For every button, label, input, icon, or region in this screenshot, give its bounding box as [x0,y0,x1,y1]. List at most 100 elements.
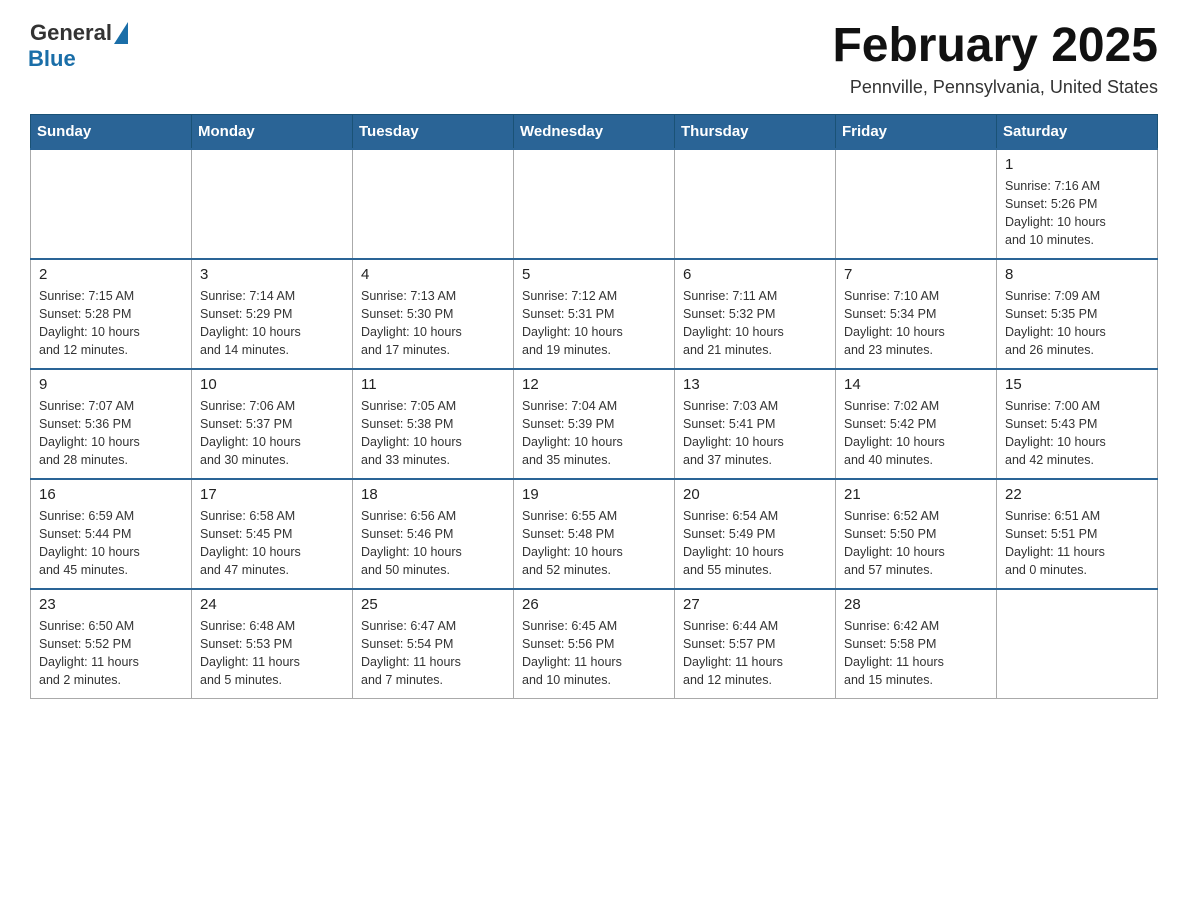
day-info: Sunrise: 7:11 AMSunset: 5:32 PMDaylight:… [683,287,827,360]
logo-triangle-icon [114,22,128,44]
calendar-cell: 19 Sunrise: 6:55 AMSunset: 5:48 PMDayligh… [514,479,675,589]
calendar-cell: 21 Sunrise: 6:52 AMSunset: 5:50 PMDayligh… [836,479,997,589]
day-number: 24 [200,596,344,613]
day-info: Sunrise: 6:42 AMSunset: 5:58 PMDaylight:… [844,617,988,690]
day-number: 1 [1005,156,1149,173]
day-info: Sunrise: 7:02 AMSunset: 5:42 PMDaylight:… [844,397,988,470]
day-info: Sunrise: 6:50 AMSunset: 5:52 PMDaylight:… [39,617,183,690]
calendar-cell [31,149,192,259]
day-info: Sunrise: 6:52 AMSunset: 5:50 PMDaylight:… [844,507,988,580]
weekday-header-friday: Friday [836,114,997,149]
day-info: Sunrise: 7:05 AMSunset: 5:38 PMDaylight:… [361,397,505,470]
day-number: 8 [1005,266,1149,283]
calendar-week-row: 1 Sunrise: 7:16 AMSunset: 5:26 PMDaylight… [31,149,1158,259]
weekday-header-monday: Monday [192,114,353,149]
calendar-cell: 5Sunrise: 7:12 AMSunset: 5:31 PMDaylight… [514,259,675,369]
calendar-cell: 16 Sunrise: 6:59 AMSunset: 5:44 PMDayligh… [31,479,192,589]
calendar-cell: 15 Sunrise: 7:00 AMSunset: 5:43 PMDayligh… [997,369,1158,479]
day-info: Sunrise: 7:07 AMSunset: 5:36 PMDaylight:… [39,397,183,470]
calendar-cell: 28 Sunrise: 6:42 AMSunset: 5:58 PMDayligh… [836,589,997,699]
location-text: Pennville, Pennsylvania, United States [832,77,1158,98]
calendar-cell: 1 Sunrise: 7:16 AMSunset: 5:26 PMDaylight… [997,149,1158,259]
day-info: Sunrise: 7:03 AMSunset: 5:41 PMDaylight:… [683,397,827,470]
day-info: Sunrise: 6:59 AMSunset: 5:44 PMDaylight:… [39,507,183,580]
day-number: 13 [683,376,827,393]
calendar-cell: 26 Sunrise: 6:45 AMSunset: 5:56 PMDayligh… [514,589,675,699]
day-number: 4 [361,266,505,283]
day-number: 6 [683,266,827,283]
day-number: 12 [522,376,666,393]
calendar-cell [514,149,675,259]
calendar-cell: 4 Sunrise: 7:13 AMSunset: 5:30 PMDaylight… [353,259,514,369]
day-info: Sunrise: 6:45 AMSunset: 5:56 PMDaylight:… [522,617,666,690]
calendar-cell [997,589,1158,699]
logo-general-text: General [30,20,112,46]
calendar-cell: 2 Sunrise: 7:15 AMSunset: 5:28 PMDaylight… [31,259,192,369]
day-number: 18 [361,486,505,503]
day-number: 7 [844,266,988,283]
day-info: Sunrise: 6:54 AMSunset: 5:49 PMDaylight:… [683,507,827,580]
day-info: Sunrise: 6:44 AMSunset: 5:57 PMDaylight:… [683,617,827,690]
day-info: Sunrise: 6:58 AMSunset: 5:45 PMDaylight:… [200,507,344,580]
calendar-cell: 25 Sunrise: 6:47 AMSunset: 5:54 PMDayligh… [353,589,514,699]
day-info: Sunrise: 6:56 AMSunset: 5:46 PMDaylight:… [361,507,505,580]
calendar-cell: 11 Sunrise: 7:05 AMSunset: 5:38 PMDayligh… [353,369,514,479]
weekday-header-wednesday: Wednesday [514,114,675,149]
day-info: Sunrise: 7:15 AMSunset: 5:28 PMDaylight:… [39,287,183,360]
calendar-cell: 24 Sunrise: 6:48 AMSunset: 5:53 PMDayligh… [192,589,353,699]
day-number: 19 [522,486,666,503]
day-info: Sunrise: 7:10 AMSunset: 5:34 PMDaylight:… [844,287,988,360]
day-number: 2 [39,266,183,283]
calendar-cell: 3Sunrise: 7:14 AMSunset: 5:29 PMDaylight… [192,259,353,369]
day-number: 28 [844,596,988,613]
day-number: 17 [200,486,344,503]
title-area: February 2025 Pennville, Pennsylvania, U… [832,20,1158,98]
calendar-cell: 6 Sunrise: 7:11 AMSunset: 5:32 PMDaylight… [675,259,836,369]
day-number: 25 [361,596,505,613]
day-number: 3 [200,266,344,283]
calendar-table: SundayMondayTuesdayWednesdayThursdayFrid… [30,114,1158,700]
calendar-cell: 27Sunrise: 6:44 AMSunset: 5:57 PMDayligh… [675,589,836,699]
calendar-cell [192,149,353,259]
day-info: Sunrise: 6:47 AMSunset: 5:54 PMDaylight:… [361,617,505,690]
calendar-cell: 14Sunrise: 7:02 AMSunset: 5:42 PMDayligh… [836,369,997,479]
logo-blue-text: Blue [28,46,76,72]
calendar-week-row: 9 Sunrise: 7:07 AMSunset: 5:36 PMDaylight… [31,369,1158,479]
weekday-header-tuesday: Tuesday [353,114,514,149]
day-info: Sunrise: 7:13 AMSunset: 5:30 PMDaylight:… [361,287,505,360]
calendar-cell: 8 Sunrise: 7:09 AMSunset: 5:35 PMDaylight… [997,259,1158,369]
calendar-cell: 22 Sunrise: 6:51 AMSunset: 5:51 PMDayligh… [997,479,1158,589]
day-number: 10 [200,376,344,393]
calendar-cell: 7 Sunrise: 7:10 AMSunset: 5:34 PMDaylight… [836,259,997,369]
calendar-cell: 9 Sunrise: 7:07 AMSunset: 5:36 PMDaylight… [31,369,192,479]
day-info: Sunrise: 6:55 AMSunset: 5:48 PMDaylight:… [522,507,666,580]
day-number: 26 [522,596,666,613]
day-info: Sunrise: 6:51 AMSunset: 5:51 PMDaylight:… [1005,507,1149,580]
calendar-cell: 13 Sunrise: 7:03 AMSunset: 5:41 PMDayligh… [675,369,836,479]
calendar-week-row: 2 Sunrise: 7:15 AMSunset: 5:28 PMDaylight… [31,259,1158,369]
day-number: 16 [39,486,183,503]
day-number: 15 [1005,376,1149,393]
calendar-cell: 20 Sunrise: 6:54 AMSunset: 5:49 PMDayligh… [675,479,836,589]
page-header: General Blue February 2025 Pennville, Pe… [30,20,1158,98]
calendar-header-row: SundayMondayTuesdayWednesdayThursdayFrid… [31,114,1158,149]
day-number: 20 [683,486,827,503]
month-title: February 2025 [832,20,1158,73]
day-number: 21 [844,486,988,503]
day-info: Sunrise: 7:06 AMSunset: 5:37 PMDaylight:… [200,397,344,470]
day-info: Sunrise: 7:04 AMSunset: 5:39 PMDaylight:… [522,397,666,470]
day-info: Sunrise: 7:12 AMSunset: 5:31 PMDaylight:… [522,287,666,360]
calendar-cell: 23Sunrise: 6:50 AMSunset: 5:52 PMDayligh… [31,589,192,699]
day-number: 22 [1005,486,1149,503]
calendar-cell: 17 Sunrise: 6:58 AMSunset: 5:45 PMDayligh… [192,479,353,589]
calendar-cell [353,149,514,259]
day-info: Sunrise: 7:00 AMSunset: 5:43 PMDaylight:… [1005,397,1149,470]
day-info: Sunrise: 7:09 AMSunset: 5:35 PMDaylight:… [1005,287,1149,360]
day-info: Sunrise: 7:16 AMSunset: 5:26 PMDaylight:… [1005,177,1149,250]
calendar-cell: 12 Sunrise: 7:04 AMSunset: 5:39 PMDayligh… [514,369,675,479]
day-number: 11 [361,376,505,393]
calendar-week-row: 16 Sunrise: 6:59 AMSunset: 5:44 PMDayligh… [31,479,1158,589]
calendar-week-row: 23Sunrise: 6:50 AMSunset: 5:52 PMDayligh… [31,589,1158,699]
day-number: 9 [39,376,183,393]
day-info: Sunrise: 6:48 AMSunset: 5:53 PMDaylight:… [200,617,344,690]
